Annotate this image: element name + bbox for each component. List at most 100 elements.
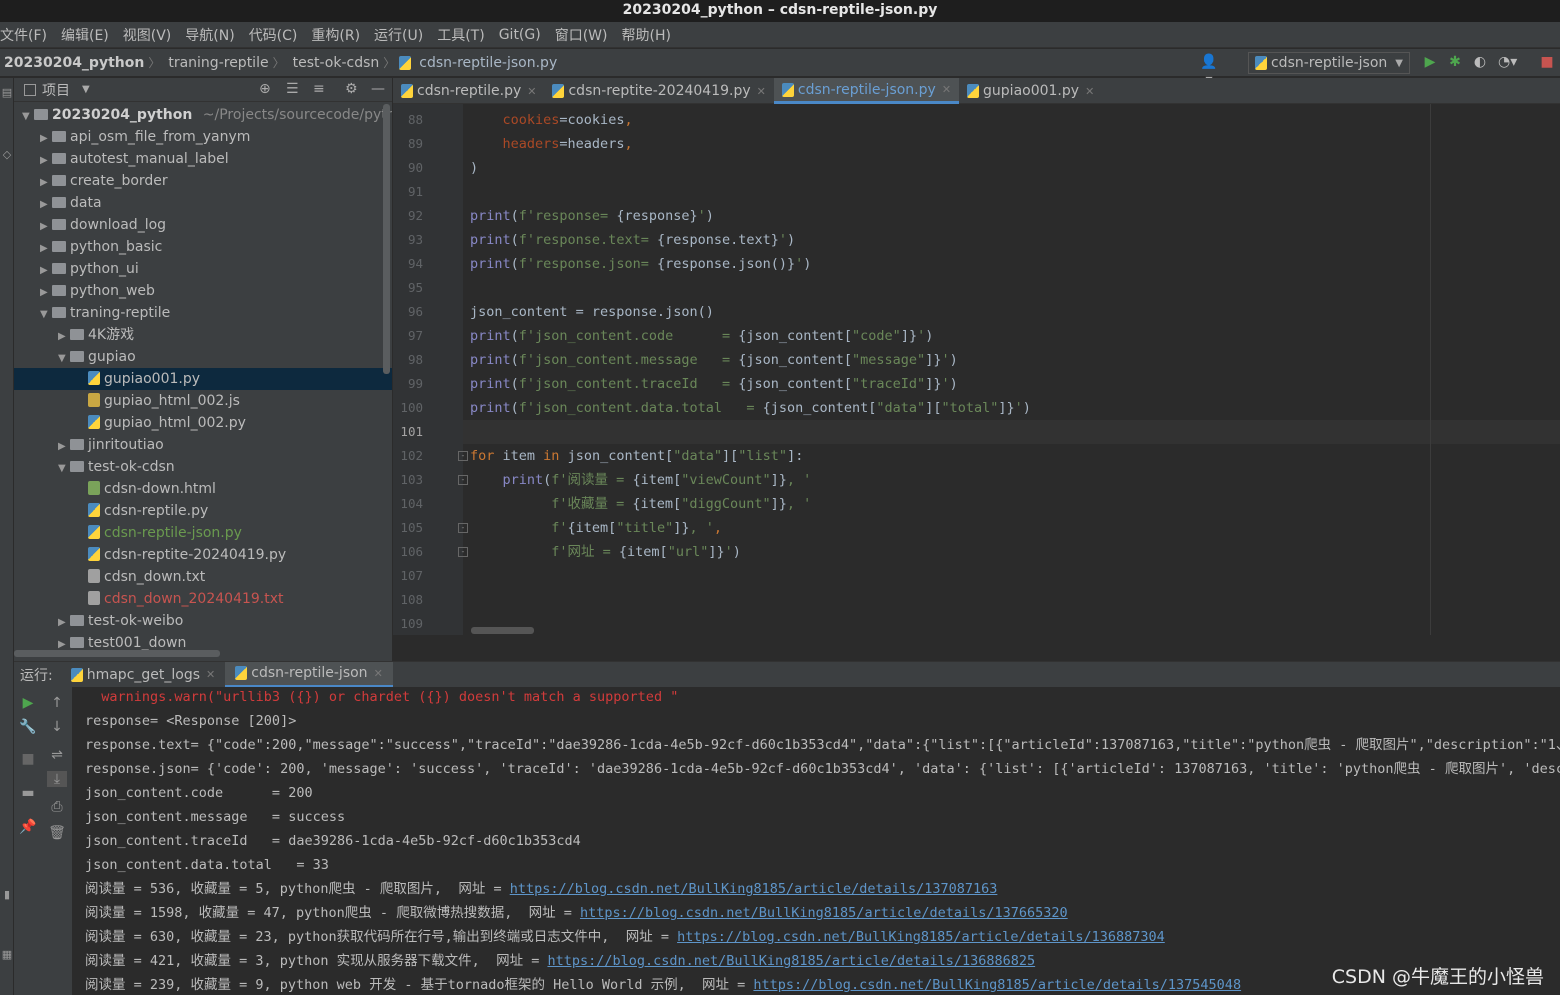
close-icon[interactable]: ✕ (1085, 85, 1094, 98)
tree-folder[interactable]: ▶ jinritoutiao (14, 434, 392, 456)
menu-item[interactable]: Git(G) (499, 27, 548, 43)
console-output[interactable]: warnings.warn("urllib3 ({}) or chardet (… (72, 687, 1560, 995)
tree-file[interactable]: cdsn_down.txt (14, 566, 392, 588)
close-icon[interactable]: ✕ (374, 667, 383, 680)
user-icon[interactable]: 👤▾ (1200, 53, 1218, 88)
tree-folder[interactable]: ▶ api_osm_file_from_yanym (14, 126, 392, 148)
tree-folder[interactable]: ▶ data (14, 192, 392, 214)
console-link[interactable]: https://blog.csdn.net/BullKing8185/artic… (753, 977, 1241, 993)
tree-horizontal-scrollbar[interactable] (14, 650, 220, 657)
project-panel-title[interactable]: 项目 (42, 80, 70, 100)
menu-item[interactable]: 编辑(E) (61, 25, 116, 45)
menu-item[interactable]: 运行(U) (374, 25, 430, 45)
debug-icon[interactable]: ✱ (1446, 53, 1464, 71)
run-icon[interactable]: ▶ (1421, 53, 1439, 71)
code-line[interactable]: print(f'response.json= {response.json()}… (470, 252, 811, 276)
tree-folder[interactable]: ▶ 4K游戏 (14, 324, 392, 346)
tree-file[interactable]: gupiao_html_002.py (14, 412, 392, 434)
editor-tab[interactable]: cdsn-reptite-20240419.py ✕ (544, 78, 773, 104)
tree-folder[interactable]: ▼ traning-reptile (14, 302, 392, 324)
editor-tab[interactable]: cdsn-reptile.py ✕ (393, 78, 544, 104)
code-line[interactable]: print(f'json_content.data.total = {json_… (470, 396, 1031, 420)
soft-wrap-icon[interactable]: ⇌ (47, 747, 67, 763)
code-line[interactable]: print(f'response= {response}') (470, 204, 714, 228)
down-arrow-icon[interactable]: ↓ (47, 719, 67, 735)
close-icon[interactable]: ✕ (942, 83, 951, 96)
editor-tab[interactable]: cdsn-reptile-json.py ✕ (773, 78, 960, 104)
tree-file[interactable]: cdsn_down_20240419.txt (14, 588, 392, 610)
code-line[interactable]: print(f'json_content.code = {json_conten… (470, 324, 933, 348)
editor-tab[interactable]: gupiao001.py ✕ (959, 78, 1102, 104)
expand-all-icon[interactable]: ☰ (286, 81, 299, 97)
tree-file[interactable]: cdsn-reptite-20240419.py (14, 544, 392, 566)
gear-icon[interactable]: ⚙ (345, 81, 358, 97)
editor-horizontal-scrollbar[interactable] (471, 627, 534, 634)
tree-file[interactable]: cdsn-reptile-json.py (14, 522, 392, 544)
fold-marker-icon[interactable]: - (458, 475, 468, 485)
stop-icon[interactable]: ■ (1538, 53, 1556, 71)
run-tab[interactable]: hmapc_get_logs ✕ (61, 662, 226, 688)
breadcrumb-subfolder[interactable]: test-ok-cdsn (293, 55, 380, 71)
code-line[interactable]: f'{item["title"]}, ', (470, 516, 722, 540)
code-line[interactable]: for item in json_content["data"]["list"]… (470, 444, 803, 468)
print-icon[interactable]: ⎙ (47, 799, 67, 815)
code-line[interactable]: print(f'response.text= {response.text}') (470, 228, 795, 252)
layout-icon[interactable]: ▬ (18, 785, 38, 801)
code-line[interactable]: print(f'阅读量 = {item["viewCount"]}, ' (470, 468, 812, 492)
close-icon[interactable]: ✕ (757, 85, 766, 98)
fold-marker-icon[interactable]: - (458, 547, 468, 557)
tree-file[interactable]: gupiao001.py (14, 368, 392, 390)
locate-icon[interactable]: ⊕ (259, 81, 271, 97)
profile-icon[interactable]: ◔▾ (1498, 53, 1517, 71)
tree-folder[interactable]: ▶ python_basic (14, 236, 392, 258)
fold-marker-icon[interactable]: - (458, 523, 468, 533)
up-arrow-icon[interactable]: ↑ (47, 695, 67, 711)
tree-folder[interactable]: ▶ download_log (14, 214, 392, 236)
rerun-icon[interactable]: ▶ (18, 695, 38, 711)
menu-item[interactable]: 重构(R) (311, 25, 367, 45)
run-config-select[interactable]: cdsn-reptile-json ▼ (1247, 52, 1410, 74)
trash-icon[interactable]: 🗑 (47, 825, 67, 841)
breadcrumb-file[interactable]: cdsn-reptile-json.py (419, 55, 557, 71)
tree-folder[interactable]: ▶ create_border (14, 170, 392, 192)
chevron-down-icon[interactable]: ▼ (82, 84, 90, 95)
tree-folder[interactable]: ▶ python_ui (14, 258, 392, 280)
menu-item[interactable]: 窗口(W) (555, 25, 615, 45)
hide-icon[interactable]: — (371, 81, 385, 97)
code-line[interactable]: cookies=cookies, (470, 108, 633, 132)
wrench-icon[interactable]: 🔧 (18, 719, 38, 735)
console-link[interactable]: https://blog.csdn.net/BullKing8185/artic… (677, 929, 1165, 945)
run-tab[interactable]: cdsn-reptile-json ✕ (225, 661, 393, 688)
tree-file[interactable]: cdsn-reptile.py (14, 500, 392, 522)
close-icon[interactable]: ✕ (527, 85, 536, 98)
fold-marker-icon[interactable]: - (458, 451, 468, 461)
close-icon[interactable]: ✕ (206, 668, 215, 681)
scroll-to-end-icon[interactable]: ⤓ (47, 771, 67, 787)
tree-file[interactable]: gupiao_html_002.js (14, 390, 392, 412)
menu-item[interactable]: 视图(V) (123, 25, 179, 45)
code-line[interactable]: f'网址 = {item["url"]}') (470, 540, 741, 564)
code-line[interactable]: print(f'json_content.traceId = {json_con… (470, 372, 958, 396)
menu-item[interactable]: 导航(N) (185, 25, 241, 45)
menu-item[interactable]: 帮助(H) (621, 25, 677, 45)
tree-folder[interactable]: ▶ python_web (14, 280, 392, 302)
code-line[interactable]: json_content = response.json() (470, 300, 714, 324)
console-link[interactable]: https://blog.csdn.net/BullKing8185/artic… (510, 881, 998, 897)
pin-icon[interactable]: 📌 (18, 819, 38, 835)
tree-file[interactable]: cdsn-down.html (14, 478, 392, 500)
tree-folder[interactable]: ▼ gupiao (14, 346, 392, 368)
code-line[interactable]: headers=headers, (470, 132, 633, 156)
collapse-all-icon[interactable]: ≡ (313, 81, 325, 97)
code-line[interactable]: print(f'json_content.message = {json_con… (470, 348, 958, 372)
menu-item[interactable]: 文件(F) (0, 25, 54, 45)
tree-root[interactable]: ▼ 20230204_python ~/Projects/sourcecode/p… (14, 104, 392, 126)
coverage-icon[interactable]: ◐ (1471, 53, 1489, 71)
code-line[interactable]: f'收藏量 = {item["diggCount"]}, ' (470, 492, 811, 516)
menu-item[interactable]: 工具(T) (437, 25, 491, 45)
tree-folder[interactable]: ▶ autotest_manual_label (14, 148, 392, 170)
code-line[interactable]: ) (470, 156, 478, 180)
console-link[interactable]: https://blog.csdn.net/BullKing8185/artic… (547, 953, 1035, 969)
breadcrumb-project[interactable]: 20230204_python (4, 55, 144, 71)
stop-icon[interactable]: ■ (18, 751, 38, 767)
tree-vertical-scrollbar[interactable] (383, 104, 390, 374)
